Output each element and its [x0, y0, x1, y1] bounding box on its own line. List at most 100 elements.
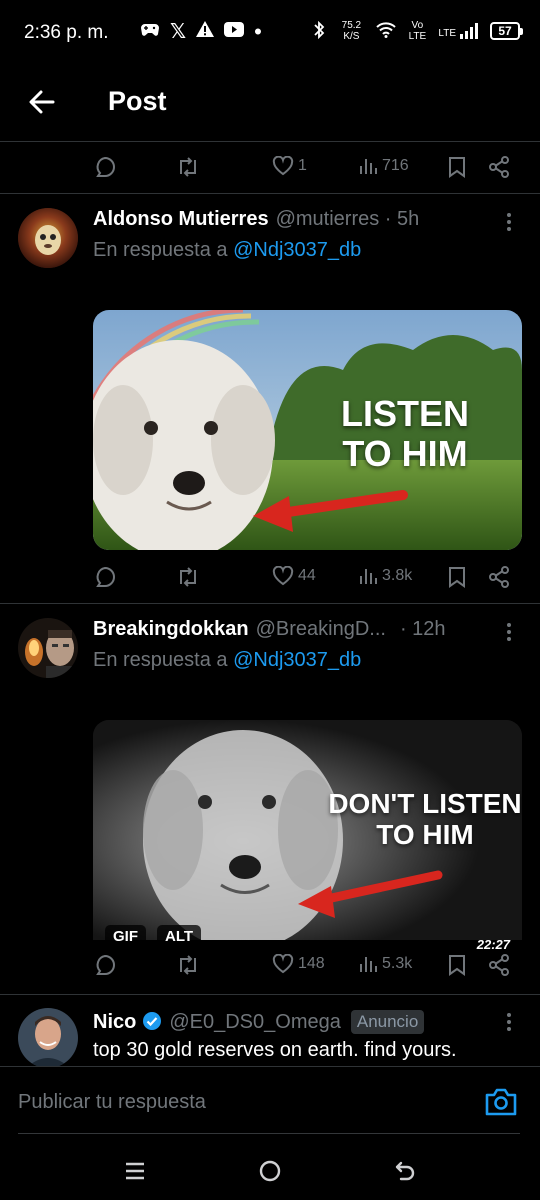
author-name[interactable]: Aldonso Mutierres — [93, 208, 269, 231]
view-count: 716 — [382, 157, 409, 174]
reply-icon — [96, 156, 115, 177]
bookmark-icon — [449, 157, 465, 178]
verified-badge-icon — [143, 1012, 162, 1030]
like-button[interactable]: 44 — [272, 566, 316, 586]
arrow-left-icon — [29, 90, 55, 114]
repost-icon — [180, 567, 196, 587]
home-button[interactable] — [255, 1156, 285, 1186]
status-time: 2:36 p. m. — [24, 22, 109, 43]
post-aldonso[interactable]: Aldonso Mutierres @mutierres · 5h En res… — [0, 208, 540, 603]
more-options-button[interactable] — [500, 210, 518, 234]
bookmark-icon — [449, 567, 465, 588]
lte-label: LTE — [438, 28, 456, 39]
youtube-icon — [224, 21, 245, 43]
heart-icon — [272, 156, 294, 176]
top-app-bar: Post — [0, 66, 540, 142]
author-handle: @BreakingD... — [255, 618, 386, 640]
dot-icon: • — [254, 19, 262, 44]
reply-button[interactable] — [94, 156, 116, 178]
view-count: 3.8k — [382, 567, 413, 584]
author-handle: @E0_DS0_Omega — [169, 1011, 341, 1033]
repost-icon — [180, 955, 196, 975]
bookmark-button[interactable] — [448, 156, 466, 178]
reply-context: En respuesta a @Ndj3037_db — [93, 239, 361, 262]
like-button[interactable]: 1 — [272, 156, 307, 176]
x-logo-icon: 𝕏 — [170, 21, 187, 43]
wifi-icon — [376, 21, 397, 41]
reply-prefix: En respuesta a — [93, 649, 228, 671]
repost-button[interactable] — [176, 156, 200, 178]
post-header: Aldonso Mutierres @mutierres · 5h — [93, 208, 419, 236]
more-options-button[interactable] — [500, 1010, 518, 1034]
avatar[interactable] — [18, 618, 78, 678]
reply-mention[interactable]: @Ndj3037_db — [233, 239, 361, 261]
battery-icon: 57 — [490, 22, 523, 40]
camera-icon — [485, 1088, 517, 1116]
views-icon — [360, 159, 377, 174]
page-title: Post — [108, 86, 167, 116]
post-actions: 44 3.8k — [0, 554, 540, 604]
back-nav-button[interactable] — [390, 1156, 420, 1186]
reply-button[interactable] — [94, 566, 116, 588]
volte-label: Vo LTE — [408, 20, 427, 42]
reply-icon — [96, 566, 115, 587]
repost-button[interactable] — [176, 954, 200, 976]
more-options-button[interactable] — [500, 620, 518, 644]
share-icon — [489, 954, 509, 976]
signal-icon: LTE — [438, 23, 478, 39]
ad-badge: Anuncio — [350, 1010, 425, 1034]
like-count: 148 — [298, 955, 325, 972]
notification-icons: 𝕏 • — [140, 21, 262, 43]
post-header: Breakingdokkan @BreakingD... · 12h — [93, 618, 446, 646]
camera-button[interactable] — [484, 1087, 518, 1117]
reply-input[interactable]: Publicar tu respuesta — [18, 1091, 206, 1114]
author-handle: @mutierres · 5h — [275, 208, 420, 230]
net-speed: 75.2 K/S — [341, 20, 362, 42]
divider — [0, 603, 540, 604]
bookmark-icon — [449, 955, 465, 976]
like-count: 1 — [298, 157, 307, 174]
share-icon — [489, 156, 509, 178]
divider — [0, 193, 540, 194]
gif-caption: DON'T LISTEN TO HIM — [328, 788, 522, 851]
reply-button[interactable] — [94, 954, 116, 976]
heart-icon — [272, 566, 294, 586]
views-button[interactable]: 716 — [358, 156, 409, 176]
views-button[interactable]: 3.8k — [358, 566, 412, 586]
gamepad-icon — [140, 21, 160, 43]
share-button[interactable] — [488, 566, 510, 588]
reply-context: En respuesta a @Ndj3037_db — [93, 649, 361, 672]
back-button[interactable] — [22, 82, 62, 122]
post-gif[interactable]: DON'T LISTEN TO HIM GIF ALT 22:27 — [93, 720, 522, 960]
post-text: top 30 gold reserves on earth. find your… — [93, 1039, 457, 1061]
repost-icon — [180, 157, 196, 177]
heart-icon — [272, 954, 294, 974]
views-icon — [360, 957, 377, 972]
post-image[interactable]: LISTEN TO HIM — [93, 310, 522, 550]
like-button[interactable]: 148 — [272, 954, 325, 974]
image-caption: LISTEN TO HIM — [340, 393, 469, 475]
avatar[interactable] — [18, 208, 78, 268]
author-name[interactable]: Breakingdokkan — [93, 618, 249, 641]
home-circle-icon — [259, 1160, 281, 1182]
reply-mention[interactable]: @Ndj3037_db — [233, 649, 361, 671]
system-nav-bar — [0, 1140, 540, 1200]
post-ad-nico[interactable]: Nico @E0_DS0_Omega Anuncio top 30 gold r… — [0, 1008, 540, 1066]
reply-prefix: En respuesta a — [93, 239, 228, 261]
avatar[interactable] — [18, 1008, 78, 1066]
author-name[interactable]: Nico — [93, 1011, 136, 1034]
like-count: 44 — [298, 567, 316, 584]
views-icon — [360, 569, 377, 584]
post-breakingdokkan[interactable]: Breakingdokkan @BreakingD... · 12h En re… — [0, 618, 540, 994]
reply-icon — [96, 954, 115, 975]
share-button[interactable] — [488, 156, 510, 178]
recents-button[interactable] — [120, 1156, 150, 1186]
menu-icon — [126, 1162, 144, 1180]
warning-icon — [196, 21, 215, 43]
bookmark-button[interactable] — [448, 566, 466, 588]
bookmark-button[interactable] — [448, 954, 466, 976]
share-button[interactable] — [488, 954, 510, 976]
views-button[interactable]: 5.3k — [358, 954, 412, 974]
repost-button[interactable] — [176, 566, 200, 588]
view-count: 5.3k — [382, 955, 413, 972]
